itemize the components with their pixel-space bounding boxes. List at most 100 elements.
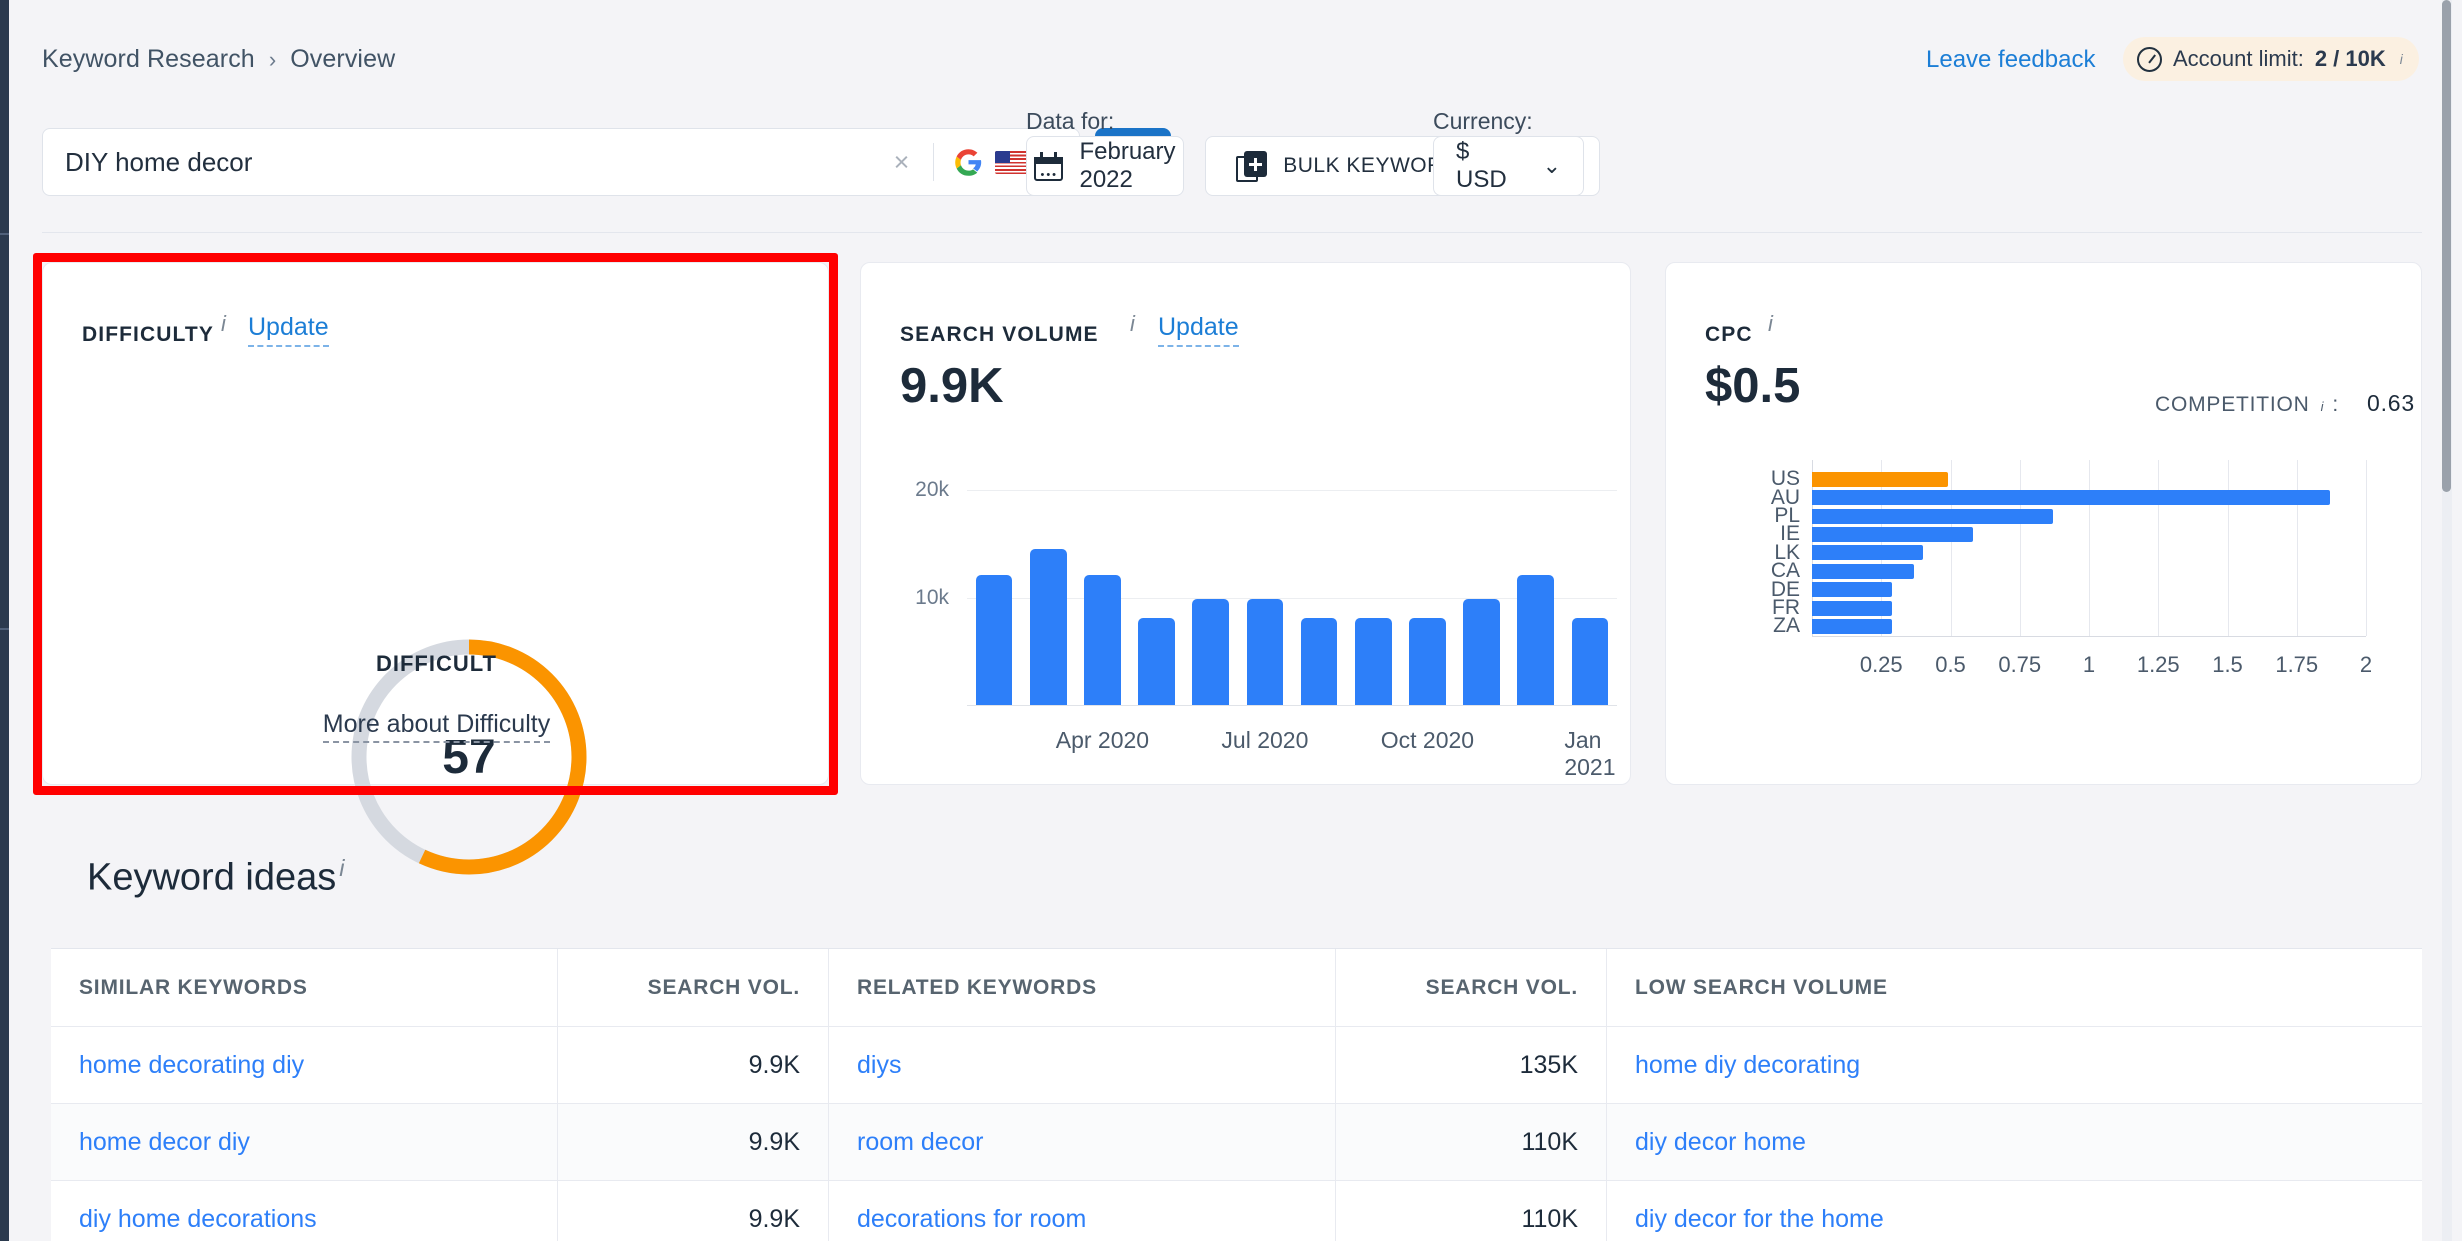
related-search-volume: 135K (1519, 1050, 1578, 1079)
bar[interactable] (1812, 526, 1973, 542)
column-header[interactable]: RELATED KEYWORDS (829, 949, 1336, 1026)
x-axis-tick: 2 (2359, 651, 2373, 677)
bar[interactable] (1812, 618, 1893, 634)
chevron-down-icon[interactable]: ⌄ (1543, 153, 1561, 179)
difficulty-card-title: DIFFICULTY (82, 323, 214, 346)
low-volume-keyword-link[interactable]: home diy decorating (1635, 1051, 1860, 1080)
breadcrumb-root[interactable]: Keyword Research (42, 45, 255, 74)
competition-label: COMPETITION (2155, 393, 2310, 416)
bar[interactable] (1300, 618, 1338, 705)
info-icon[interactable]: i (2400, 52, 2403, 67)
related-search-volume: 110K (1521, 1127, 1578, 1156)
table-cell: 135K (1336, 1027, 1607, 1103)
related-search-volume: 110K (1521, 1204, 1578, 1233)
table-cell: home decorating diy (51, 1027, 558, 1103)
search-input[interactable] (65, 146, 887, 178)
info-icon[interactable]: i (2321, 399, 2325, 414)
column-header[interactable]: LOW SEARCH VOLUME (1607, 949, 2422, 1026)
related-keyword-link[interactable]: room decor (857, 1128, 983, 1157)
bar[interactable] (1812, 471, 1948, 487)
close-icon[interactable]: × (887, 147, 917, 177)
divider (932, 143, 934, 181)
bar[interactable] (1517, 575, 1555, 705)
x-axis-line (967, 705, 1617, 706)
table-cell: room decor (829, 1104, 1336, 1180)
account-limit-badge[interactable]: Account limit: 2 / 10K i (2123, 37, 2419, 81)
more-about-difficulty-link[interactable]: More about Difficulty (322, 710, 551, 743)
table-header-row: SIMILAR KEYWORDS SEARCH VOL. RELATED KEYWO… (51, 949, 2422, 1027)
difficulty-card: DIFFICULTY i Update 57 DIFFICULT More ab… (42, 262, 830, 875)
bar[interactable] (975, 575, 1013, 705)
bar[interactable] (1463, 598, 1500, 705)
gridline (2019, 460, 2021, 636)
similar-keyword-link[interactable]: home decorating diy (79, 1051, 304, 1080)
info-icon[interactable]: i (339, 855, 344, 881)
related-keyword-link[interactable]: decorations for room (857, 1205, 1086, 1234)
gridline (2089, 460, 2090, 636)
competition-metric: COMPETITION i : 0.63 (2155, 390, 2415, 417)
y-axis-tick: 20k (915, 478, 949, 502)
gridline (2158, 460, 2160, 636)
table-cell: decorations for room (829, 1181, 1336, 1241)
bar[interactable] (1029, 549, 1067, 705)
column-header[interactable]: SEARCH VOL. (1336, 949, 1607, 1026)
info-icon[interactable]: i (1768, 311, 1773, 337)
bar[interactable] (1812, 545, 1923, 561)
vertical-scrollbar[interactable] (2442, 0, 2452, 1241)
bar[interactable] (1246, 598, 1284, 705)
date-picker-button[interactable]: ••• February 2022 (1026, 136, 1184, 196)
scrollbar-thumb[interactable] (2442, 0, 2451, 492)
bar[interactable] (1084, 575, 1121, 705)
search-volume-bar-chart: 10k 20k Apr 2020 Jul 2020 Oct 2020 Jan 2021 (887, 455, 1617, 780)
info-icon[interactable]: i (1130, 311, 1135, 337)
search-bar: × ⌄ (42, 128, 1171, 196)
cpc-value: $0.5 (1705, 359, 1801, 413)
bar[interactable] (1812, 490, 2330, 506)
chevron-right-icon: › (268, 46, 277, 72)
leave-feedback-link[interactable]: Leave feedback (1926, 46, 2095, 74)
similar-keyword-link[interactable]: diy home decorations (79, 1205, 317, 1234)
bar[interactable] (1812, 582, 1893, 598)
bar[interactable] (1409, 618, 1446, 705)
table-cell: diys (829, 1027, 1336, 1103)
search-box[interactable]: × ⌄ (42, 128, 1080, 196)
info-icon[interactable]: i (221, 311, 226, 337)
bar[interactable] (1812, 600, 1893, 616)
column-header[interactable]: SIMILAR KEYWORDS (51, 949, 558, 1026)
bulk-analysis-icon (1236, 150, 1268, 182)
related-keyword-link[interactable]: diys (857, 1051, 901, 1080)
page-content: Keyword Research › Overview Leave feedba… (9, 0, 2452, 1241)
difficulty-update-link[interactable]: Update (248, 313, 329, 347)
x-axis-tick: 0.25 (1859, 651, 1903, 677)
bar[interactable] (1571, 618, 1609, 705)
similar-keyword-link[interactable]: home decor diy (79, 1128, 250, 1157)
bar[interactable] (1192, 598, 1230, 705)
gridline (2296, 460, 2298, 636)
table-cell: 9.9K (558, 1104, 829, 1180)
search-volume-update-link[interactable]: Update (1158, 313, 1239, 347)
bar[interactable] (1354, 618, 1392, 705)
low-volume-keyword-link[interactable]: diy decor for the home (1635, 1205, 1884, 1234)
table-cell: home diy decorating (1607, 1027, 2422, 1103)
bar[interactable] (1812, 508, 2053, 524)
table-cell: 9.9K (558, 1181, 829, 1241)
cpc-card-title: CPC (1705, 323, 1753, 346)
bar[interactable] (1812, 563, 1915, 579)
currency-value: $ USD (1456, 138, 1507, 193)
low-volume-keyword-link[interactable]: diy decor home (1635, 1128, 1806, 1157)
x-axis-tick: Jul 2020 (1221, 727, 1309, 753)
table-row: home decor diy 9.9K room decor 110K diy deco… (51, 1104, 2422, 1181)
keyword-ideas-table: SIMILAR KEYWORDS SEARCH VOL. RELATED KEYWO… (51, 948, 2422, 1241)
column-header[interactable]: SEARCH VOL. (558, 949, 829, 1026)
table-cell: diy decor home (1607, 1104, 2422, 1180)
more-about-difficulty-wrap: More about Difficulty (43, 710, 830, 743)
gauge-icon (2137, 46, 2162, 72)
x-axis-tick: 1 (2082, 651, 2096, 677)
currency-select[interactable]: $ USD ⌄ (1433, 136, 1584, 196)
search-volume-value: 9.9K (900, 359, 1004, 413)
table-cell: 9.9K (558, 1027, 829, 1103)
search-volume-card-title: SEARCH VOLUME (900, 323, 1099, 346)
data-for-label: Data for: (1026, 108, 1115, 134)
table-cell: diy home decorations (51, 1181, 558, 1241)
bar[interactable] (1138, 618, 1175, 705)
